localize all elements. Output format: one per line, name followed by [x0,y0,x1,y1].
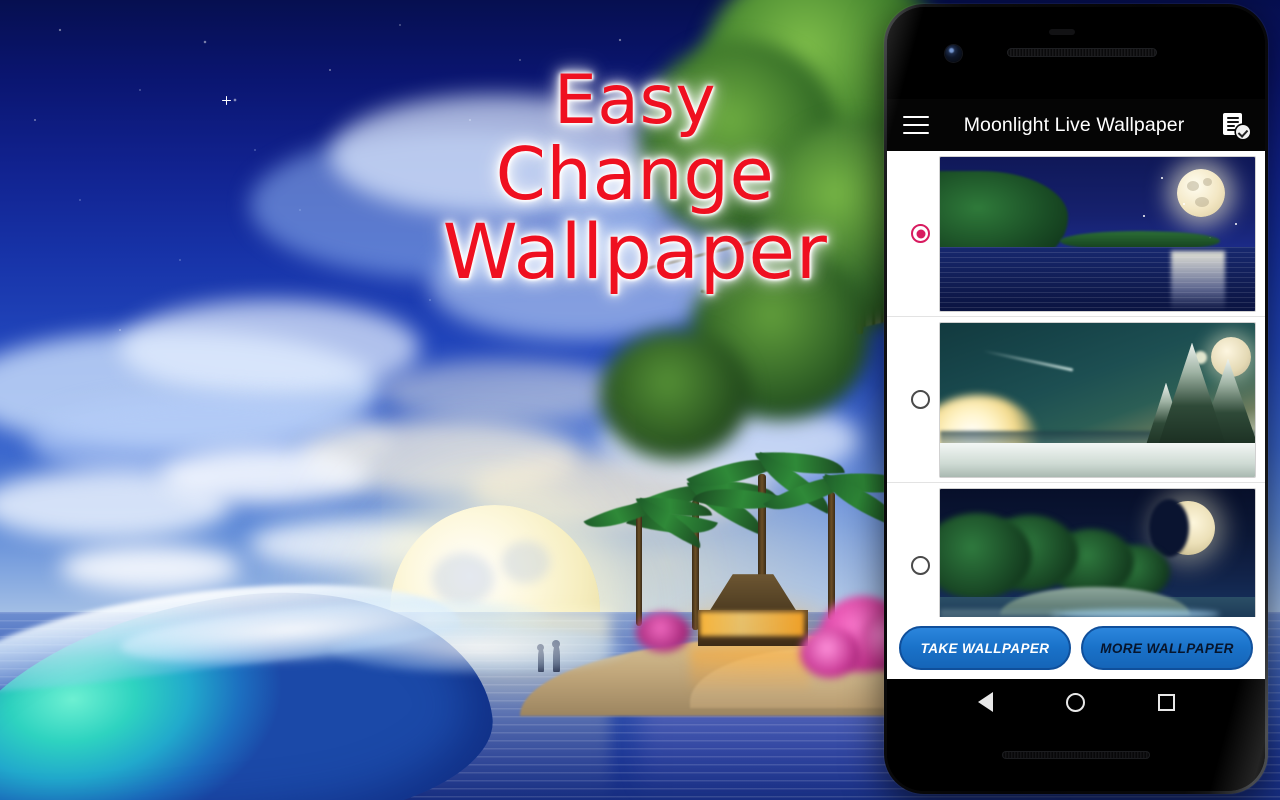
home-button-icon[interactable] [1065,692,1085,712]
recents-button-icon[interactable] [1157,693,1175,711]
wallpaper-list-item-1[interactable] [887,151,1265,317]
wallpaper-thumbnail-2[interactable] [940,322,1255,477]
wallpaper-list-item-2[interactable] [887,317,1265,483]
cloud [120,300,420,396]
bottom-speaker-icon [1002,751,1150,759]
action-button-bar: TAKE WALLPAPER MORE WALLPAPER [887,617,1265,679]
pink-flowers [636,612,690,652]
take-wallpaper-button[interactable]: TAKE WALLPAPER [899,626,1071,670]
phone-bottom-bezel [887,725,1265,791]
tree-canopy [600,330,750,460]
radio-wallpaper-1[interactable] [911,224,930,243]
back-button-icon[interactable] [977,692,993,712]
cloud [430,230,730,340]
phone-mockup: Moonlight Live Wallpaper TAKE WALLPAPER … [884,4,1268,794]
wallpaper-list: TAKE WALLPAPER MORE WALLPAPER [887,151,1265,679]
hut-light-reflection [690,648,810,690]
tiki-hut-window-light [700,612,804,636]
cloud [380,360,630,422]
proximity-sensor-icon [1049,29,1075,35]
radio-wallpaper-2[interactable] [911,390,930,409]
front-camera-icon [945,45,962,62]
phone-screen: Moonlight Live Wallpaper TAKE WALLPAPER … [887,7,1265,791]
document-check-icon[interactable] [1223,112,1250,139]
cloud [60,545,240,591]
android-navigation-bar [887,679,1265,725]
app-title: Moonlight Live Wallpaper [963,113,1185,136]
more-wallpaper-button[interactable]: MORE WALLPAPER [1081,626,1253,670]
cloud [160,448,370,504]
bright-star-icon [222,96,231,105]
radio-wallpaper-3[interactable] [911,556,930,575]
pink-flowers [800,628,860,678]
earpiece-speaker-icon [1007,48,1157,57]
wallpaper-thumbnail-1[interactable] [940,156,1255,311]
wave-foam [330,626,630,674]
app-bar: Moonlight Live Wallpaper [887,99,1265,151]
phone-top-bezel [887,7,1265,99]
